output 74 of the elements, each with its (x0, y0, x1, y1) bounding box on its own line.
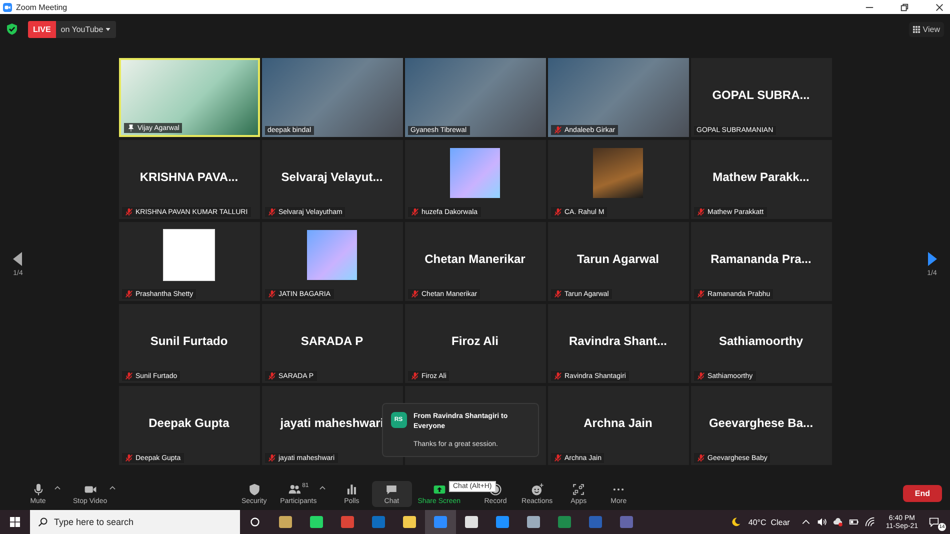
previous-page-arrow-icon[interactable] (13, 252, 23, 266)
grid-icon (912, 26, 920, 32)
muted-microphone-icon (268, 372, 276, 380)
bar-chart-icon (345, 482, 358, 496)
participant-display-name: Deepak Gupta (148, 416, 230, 430)
people-icon (288, 482, 302, 496)
participant-display-name: Ramananda Pra... (710, 252, 812, 266)
participant-display-name: Tarun Agarwal (576, 252, 659, 266)
wifi-icon[interactable] (864, 517, 875, 527)
participant-display-name: Selvaraj Velayut... (281, 170, 383, 184)
participant-display-name: Firoz Ali (452, 334, 498, 348)
participant-display-name: Sathiamoorthy (718, 334, 803, 348)
muted-microphone-icon (124, 290, 132, 298)
participant-display-name: GOPAL SUBRA... (712, 88, 810, 102)
participant-display-name: Ravindra Shant... (568, 334, 668, 348)
circle-icon[interactable] (250, 517, 260, 527)
participant-display-name: Chetan Manerikar (424, 252, 526, 266)
end-button[interactable]: End (902, 485, 942, 502)
live-badge: LIVE (28, 20, 56, 38)
window-title: Zoom Meeting (16, 2, 68, 12)
participant-display-name: Geevarghese Ba... (708, 416, 814, 430)
profile-picture-placeholder (450, 148, 500, 198)
participant-display-name: SARADA P (300, 334, 364, 348)
muted-microphone-icon (554, 290, 562, 298)
muted-microphone-icon (696, 290, 704, 298)
muted-microphone-icon (554, 454, 562, 462)
caret-icon[interactable] (318, 485, 326, 490)
muted-microphone-icon (124, 454, 132, 462)
app-logo-icon (3, 2, 12, 12)
microphone-icon (32, 482, 44, 496)
moon-icon (731, 517, 742, 527)
view-button[interactable]: View (908, 22, 944, 36)
battery-icon[interactable] (848, 517, 859, 527)
muted-microphone-icon (410, 290, 418, 298)
muted-microphone-icon (124, 208, 132, 216)
muted-microphone-icon (268, 454, 276, 462)
caret-icon[interactable] (54, 485, 61, 490)
participant-display-name: Mathew Parakk... (712, 170, 810, 184)
start-icon[interactable] (10, 517, 20, 527)
muted-microphone-icon (268, 208, 276, 216)
muted-microphone-icon (696, 208, 704, 216)
profile-picture-placeholder (593, 148, 643, 198)
cloud-icon[interactable] (832, 517, 843, 527)
participant-display-name: Archna Jain (584, 416, 652, 430)
restore-icon[interactable] (900, 2, 909, 12)
caret-icon[interactable] (109, 485, 116, 490)
search-field[interactable]: Type here to search (30, 510, 240, 534)
muted-microphone-icon (268, 290, 276, 298)
speaker-icon[interactable] (816, 517, 827, 527)
chat-bubble-icon (385, 482, 398, 496)
smiley-plus-icon (530, 482, 544, 496)
apps-icon (572, 482, 586, 496)
pin-icon (126, 124, 134, 132)
muted-microphone-icon (554, 372, 562, 380)
profile-picture-placeholder (307, 230, 357, 280)
notification-icon[interactable] (929, 517, 939, 527)
profile-picture-placeholder (163, 228, 215, 280)
muted-microphone-icon (410, 208, 418, 216)
shield-icon (248, 482, 261, 496)
muted-microphone-icon (410, 372, 418, 380)
muted-microphone-icon (124, 372, 132, 380)
muted-microphone-icon (696, 454, 704, 462)
close-icon[interactable] (935, 2, 944, 12)
next-page-arrow-icon[interactable] (927, 252, 937, 266)
muted-microphone-icon (554, 208, 562, 216)
participant-display-name: Sunil Furtado (150, 334, 228, 348)
muted-microphone-icon (554, 126, 562, 134)
caret-down-icon (105, 26, 112, 32)
live-destination-dropdown[interactable]: on YouTube (56, 20, 116, 38)
muted-microphone-icon (696, 372, 704, 380)
participant-display-name: jayati maheshwari (280, 416, 384, 430)
participant-display-name: KRISHNA PAVA... (140, 170, 238, 184)
shield-icon[interactable] (6, 23, 18, 35)
weather-text[interactable]: 40°C Clear (748, 518, 790, 526)
